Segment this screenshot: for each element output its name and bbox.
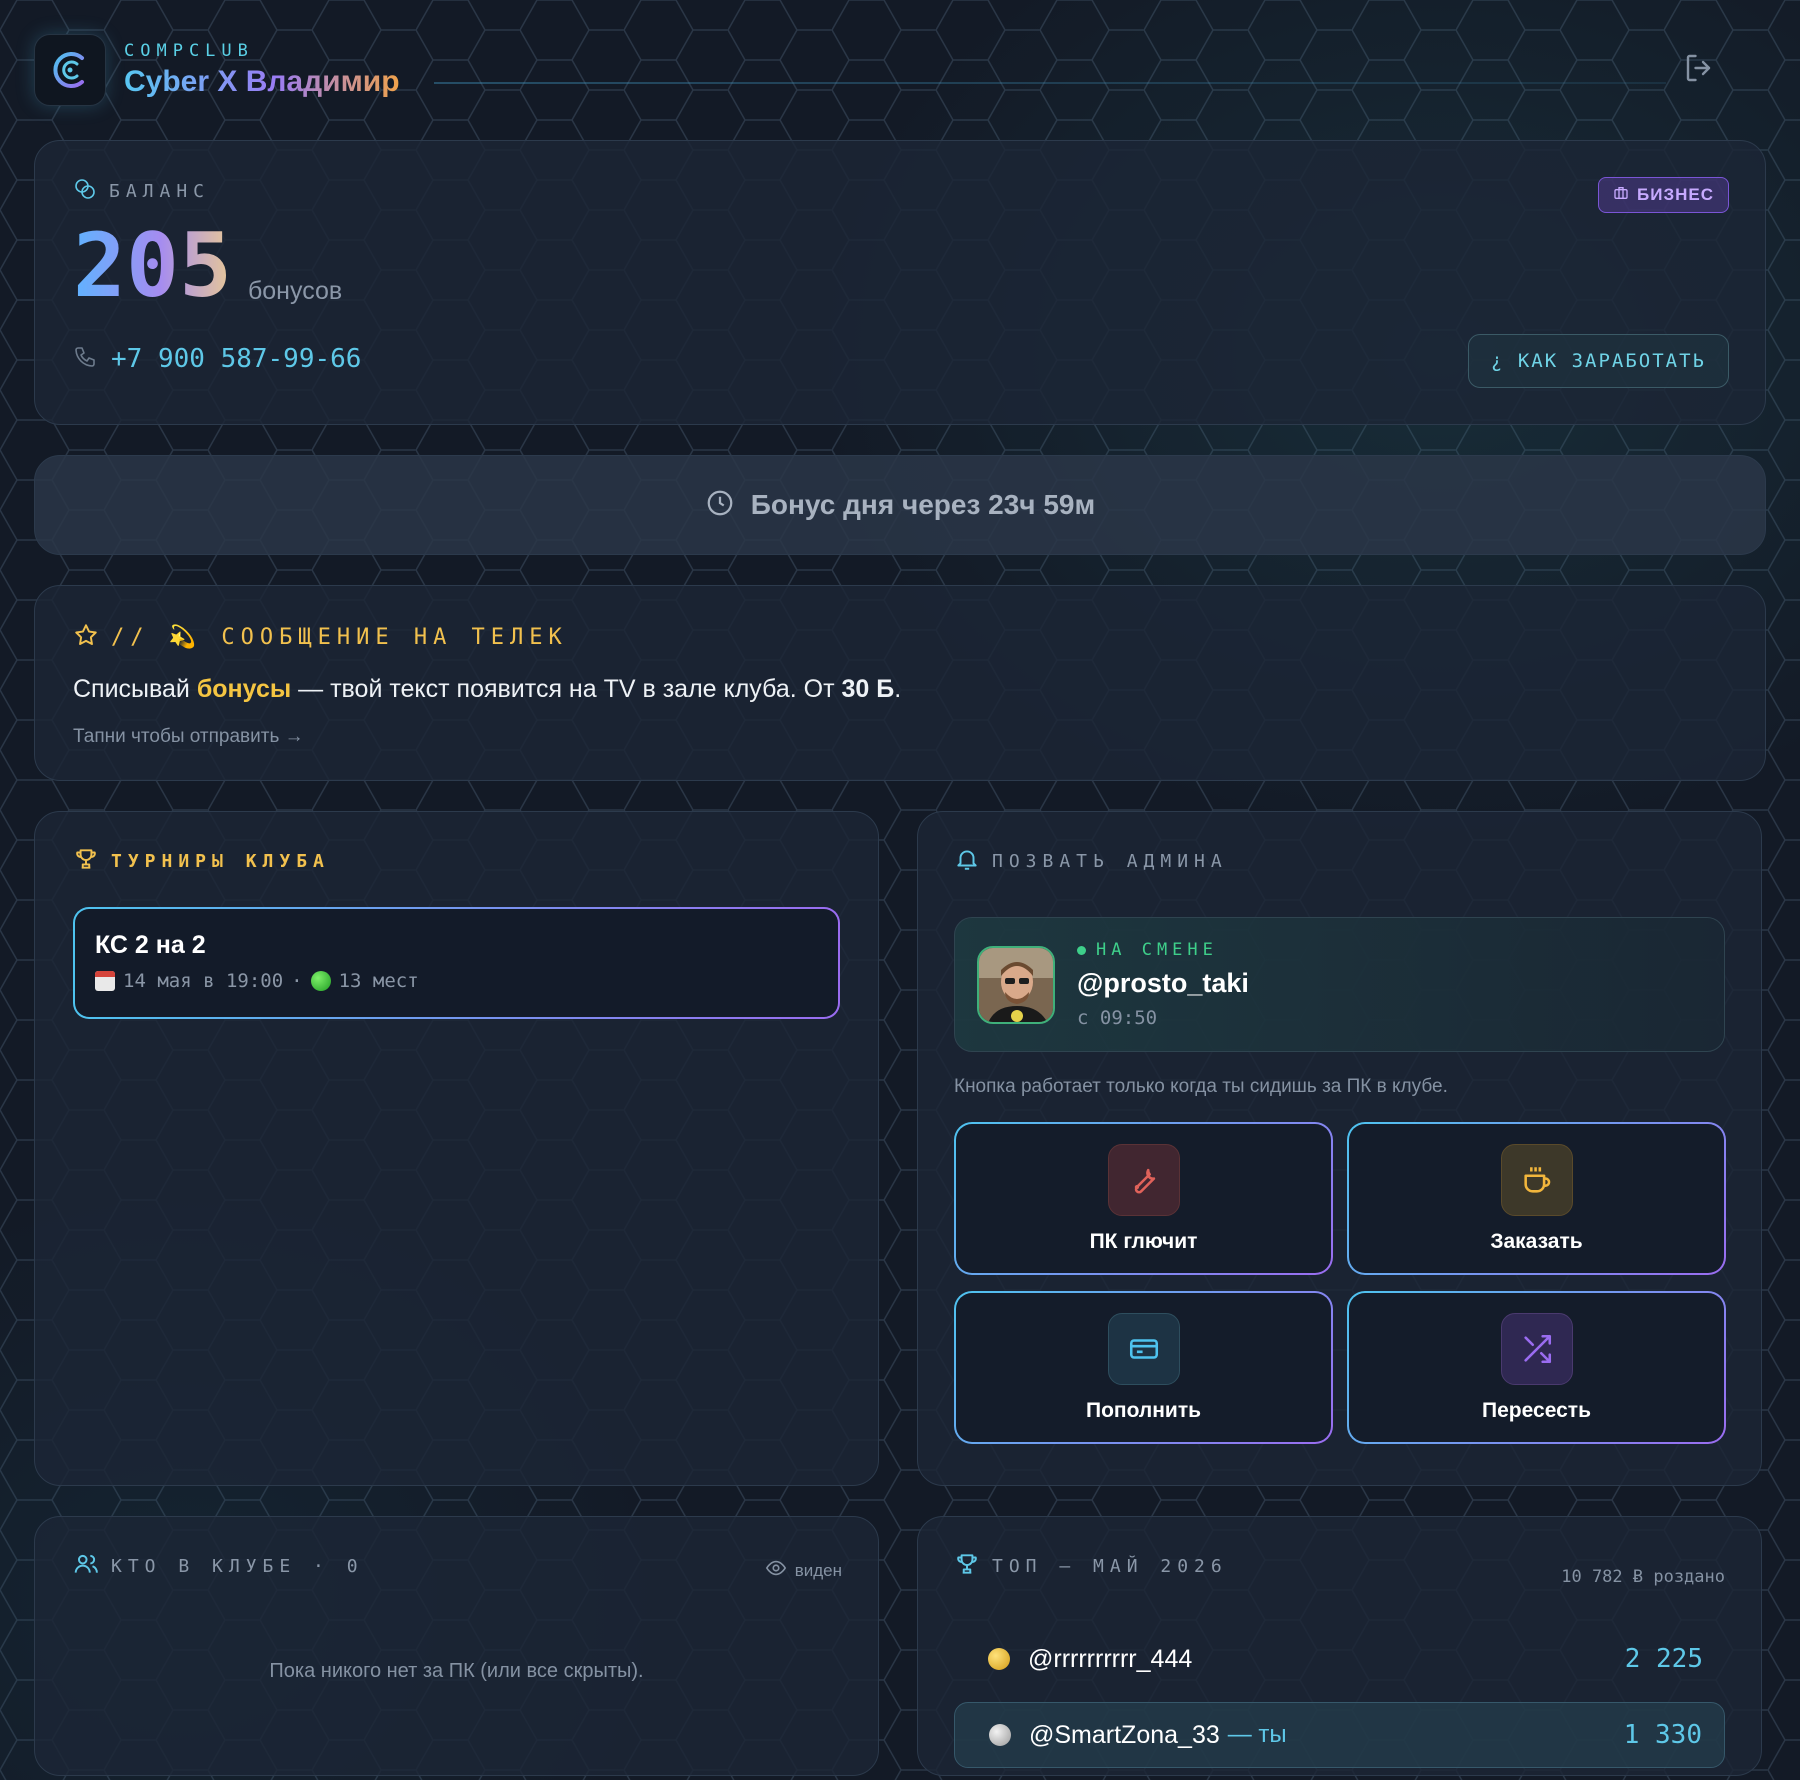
tv-message-title: // 💫 СООБЩЕНИЕ НА ТЕЛЕК [111, 625, 568, 650]
action-label: Пополнить [1085, 1398, 1202, 1422]
balance-value: 205 [73, 214, 232, 317]
tv-message-text: Списывай бонусы — твой текст появится на… [73, 675, 1727, 704]
gold-medal-icon [988, 1648, 1010, 1670]
daily-bonus-text: Бонус дня через 23ч 59м [750, 489, 1096, 520]
wrench-icon [1107, 1143, 1180, 1216]
top-leaderboard-card: ТОП — МАЙ 2026 10 782 Ƀ роздано @rrrrrrr… [917, 1516, 1762, 1776]
visibility-toggle[interactable]: виден [765, 1557, 842, 1584]
coffee-icon [1500, 1143, 1573, 1216]
top-total: 10 782 Ƀ роздано [1561, 1567, 1725, 1587]
visibility-label: виден [794, 1560, 842, 1580]
bell-icon [954, 846, 980, 877]
call-admin-title: ПОЗВАТЬ АДМИНА [992, 851, 1228, 872]
coins-icon [73, 177, 97, 206]
tournament-slots: 13 мест [338, 970, 419, 992]
pc-broken-button[interactable]: ПК глючит [954, 1122, 1333, 1275]
avatar [977, 945, 1055, 1024]
call-admin-card: ПОЗВАТЬ АДМИНА НА СМЕНЕ @prosto_taki с 0… [917, 811, 1762, 1486]
price-highlight: 30 Б [841, 675, 895, 703]
tournaments-title: ТУРНИРЫ КЛУБА [111, 851, 330, 872]
header-divider [434, 82, 1666, 84]
who-in-club-title: КТО В КЛУБЕ · 0 [111, 1556, 364, 1577]
tv-text-part: . [894, 675, 902, 703]
admin-on-duty: НА СМЕНЕ @prosto_taki с 09:50 [954, 917, 1725, 1052]
brand-subtitle: COMPCLUB [124, 41, 254, 61]
logout-icon[interactable] [1682, 50, 1718, 86]
who-in-club-card: КТО В КЛУБЕ · 0 виден Пока никого нет за… [34, 1516, 879, 1776]
order-button[interactable]: Заказать [1347, 1122, 1726, 1275]
tv-message-card[interactable]: // 💫 СООБЩЕНИЕ НА ТЕЛЕК Списывай бонусы … [34, 585, 1766, 781]
leaderboard-row: @rrrrrrrrrr_444 2 225 [954, 1626, 1725, 1692]
star-icon [73, 622, 99, 653]
club-title: Cyber X Владимир [124, 65, 400, 98]
green-circle-icon [310, 971, 331, 991]
leaderboard-row-me: @SmartZona_33 — ты 1 330 [954, 1702, 1725, 1768]
trophy-icon [954, 1551, 980, 1582]
action-label: Пересесть [1482, 1398, 1591, 1422]
shift-status: НА СМЕНЕ [1096, 940, 1218, 960]
action-label: ПК глючит [1089, 1229, 1198, 1253]
tournament-item[interactable]: КС 2 на 2 14 мая в 19:00 · 13 мест [73, 907, 840, 1019]
phone-icon [73, 345, 97, 374]
leaderboard-nick: @SmartZona_33 [1029, 1720, 1220, 1749]
business-badge: БИЗНЕС [1598, 177, 1729, 213]
phone-number: +7 900 587-99-66 [111, 344, 362, 374]
top-title: ТОП — МАЙ 2026 [992, 1556, 1228, 1577]
leaderboard-value: 1 330 [1623, 1720, 1702, 1750]
admin-shift-start: с 09:50 [1077, 1007, 1158, 1029]
trophy-icon [73, 846, 99, 877]
tournaments-card: ТУРНИРЫ КЛУБА КС 2 на 2 14 мая в 19:00 ·… [34, 811, 879, 1486]
eye-icon [765, 1557, 787, 1584]
bonus-highlight: бонусы [196, 675, 292, 703]
action-label: Заказать [1490, 1229, 1583, 1253]
balance-unit: бонусов [247, 277, 343, 305]
clock-icon [705, 488, 735, 523]
leaderboard-nick: @rrrrrrrrrr_444 [1028, 1644, 1193, 1673]
tv-send-hint: Тапни чтобы отправить → [73, 726, 304, 747]
call-admin-note: Кнопка работает только когда ты сидишь з… [954, 1076, 1448, 1097]
briefcase-icon [1613, 185, 1629, 206]
tv-text-part: — твой текст появится на TV в зале клуба… [291, 675, 842, 703]
calendar-icon [95, 971, 115, 991]
card-icon [1107, 1312, 1180, 1385]
meta-separator: · [291, 970, 303, 992]
balance-label: БАЛАНС [109, 181, 211, 202]
tournament-name: КС 2 на 2 [95, 931, 206, 959]
online-dot-icon [1077, 945, 1086, 955]
top-up-button[interactable]: Пополнить [954, 1291, 1333, 1444]
tv-text-part: Списывай [73, 675, 197, 703]
tournament-date: 14 мая в 19:00 [123, 970, 284, 992]
silver-medal-icon [989, 1724, 1011, 1746]
balance-card: БАЛАНС БИЗНЕС 205 бонусов +7 900 587-99-… [34, 140, 1766, 425]
c-logo-icon [34, 34, 106, 106]
app-header: COMPCLUB Cyber X Владимир [34, 0, 1766, 140]
admin-nickname: @prosto_taki [1077, 968, 1249, 998]
daily-bonus-banner[interactable]: Бонус дня через 23ч 59м [34, 455, 1766, 555]
how-to-earn-button[interactable]: ¿ КАК ЗАРАБОТАТЬ [1467, 334, 1729, 388]
leaderboard-value: 2 225 [1624, 1644, 1703, 1674]
switch-seat-button[interactable]: Пересесть [1347, 1291, 1726, 1444]
empty-state-text: Пока никого нет за ПК (или все скрыты). [269, 1660, 644, 1682]
business-badge-label: БИЗНЕС [1637, 185, 1714, 204]
users-icon [73, 1551, 99, 1582]
shuffle-icon [1500, 1312, 1573, 1385]
you-marker: — ты [1227, 1721, 1287, 1748]
